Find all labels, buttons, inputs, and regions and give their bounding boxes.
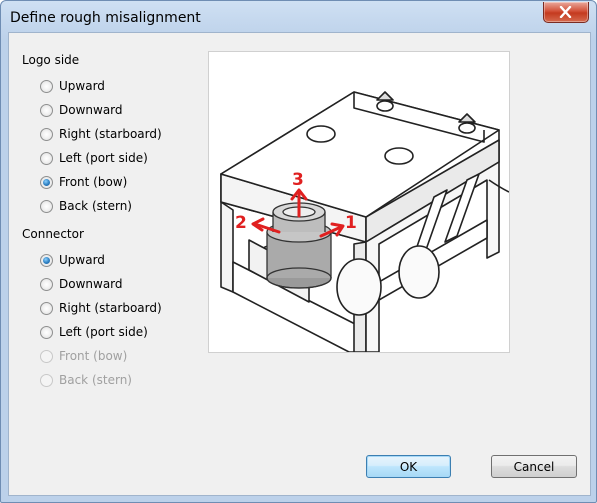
logo-side-option[interactable]: Upward bbox=[40, 76, 105, 96]
logo-side-radio[interactable] bbox=[40, 199, 53, 213]
connector-radio-label: Upward bbox=[59, 253, 105, 267]
logo-side-option[interactable]: Right (starboard) bbox=[40, 124, 162, 144]
device-orientation-image: 3 2 1 bbox=[220, 91, 510, 353]
dialog-content: Logo side Upward Downward Right (starboard… bbox=[8, 32, 591, 496]
connector-radio bbox=[40, 373, 53, 387]
connector-group-label: Connector bbox=[22, 227, 84, 241]
logo-side-radio[interactable] bbox=[40, 151, 53, 165]
logo-side-radio-label: Upward bbox=[59, 79, 105, 93]
connector-radio[interactable] bbox=[40, 325, 53, 339]
logo-side-radio-label: Left (port side) bbox=[59, 151, 148, 165]
connector-option[interactable]: Upward bbox=[40, 250, 105, 270]
connector-radio-label: Front (bow) bbox=[59, 349, 128, 363]
window-title: Define rough misalignment bbox=[10, 10, 201, 26]
logo-side-option[interactable]: Downward bbox=[40, 100, 123, 120]
arrow-label-1: 1 bbox=[345, 213, 357, 233]
logo-side-group-label: Logo side bbox=[22, 53, 80, 67]
logo-side-radio[interactable] bbox=[40, 127, 53, 141]
cancel-button[interactable]: Cancel bbox=[491, 455, 577, 478]
logo-side-radio[interactable] bbox=[40, 175, 53, 189]
connector-radio-label: Left (port side) bbox=[59, 325, 148, 339]
connector-radio-label: Back (stern) bbox=[59, 373, 132, 387]
logo-side-radio-label: Downward bbox=[59, 103, 123, 117]
ok-button[interactable]: OK bbox=[366, 455, 451, 478]
logo-side-option[interactable]: Left (port side) bbox=[40, 148, 148, 168]
logo-side-radio-label: Front (bow) bbox=[59, 175, 128, 189]
connector-option: Back (stern) bbox=[40, 370, 132, 390]
connector-option[interactable]: Left (port side) bbox=[40, 322, 148, 342]
logo-side-radio-label: Right (starboard) bbox=[59, 127, 162, 141]
connector-radio bbox=[40, 349, 53, 363]
connector-radio[interactable] bbox=[40, 253, 53, 267]
close-button[interactable] bbox=[543, 2, 589, 23]
connector-radio[interactable] bbox=[40, 277, 53, 291]
arrow-label-3: 3 bbox=[292, 170, 304, 190]
connector-option[interactable]: Downward bbox=[40, 274, 123, 294]
logo-side-radio[interactable] bbox=[40, 103, 53, 117]
logo-side-radio-label: Back (stern) bbox=[59, 199, 132, 213]
title-bar: Define rough misalignment bbox=[1, 1, 596, 35]
close-icon bbox=[559, 6, 572, 18]
logo-side-option[interactable]: Front (bow) bbox=[40, 172, 127, 192]
logo-side-option[interactable]: Back (stern) bbox=[40, 196, 132, 216]
connector-radio-label: Downward bbox=[59, 277, 123, 291]
connector-option: Front (bow) bbox=[40, 346, 127, 366]
logo-side-radio[interactable] bbox=[40, 79, 53, 93]
arrow-label-2: 2 bbox=[235, 213, 247, 233]
connector-option[interactable]: Right (starboard) bbox=[40, 298, 162, 318]
connector-radio[interactable] bbox=[40, 301, 53, 315]
device-illustration: 3 2 1 bbox=[208, 51, 510, 353]
connector-radio-label: Right (starboard) bbox=[59, 301, 162, 315]
dialog-window: Define rough misalignment Logo side Upwa… bbox=[0, 0, 597, 503]
